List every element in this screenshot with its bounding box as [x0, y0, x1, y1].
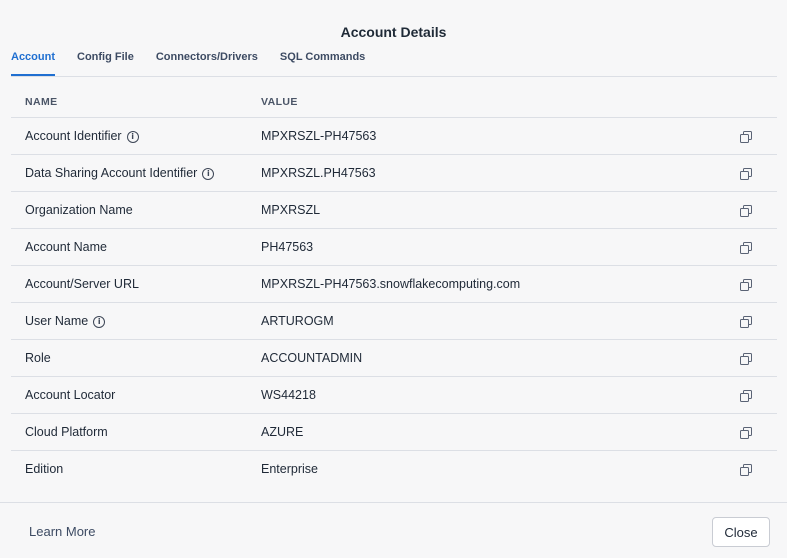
copy-icon[interactable]	[740, 352, 752, 365]
table-row: Role ACCOUNTADMIN	[11, 339, 777, 377]
tab-bar: Account Config File Connectors/Drivers S…	[11, 50, 387, 76]
row-copy-cell	[721, 302, 777, 340]
row-copy-cell	[721, 376, 777, 414]
tab-connectors-drivers[interactable]: Connectors/Drivers	[156, 50, 258, 76]
row-name-cell: Account Identifier i	[11, 117, 261, 155]
copy-icon[interactable]	[740, 241, 752, 254]
row-value: PH47563	[261, 228, 721, 266]
table-row: User Name i ARTUROGM	[11, 302, 777, 340]
column-header-name: NAME	[11, 87, 261, 118]
account-details-table: NAME VALUE Account Identifier i MPXRSZL-P…	[11, 87, 777, 487]
row-copy-cell	[721, 228, 777, 266]
row-copy-cell	[721, 413, 777, 451]
row-name-cell: Organization Name	[11, 191, 261, 229]
copy-icon[interactable]	[740, 130, 752, 143]
info-icon[interactable]: i	[93, 316, 106, 328]
row-copy-cell	[721, 117, 777, 155]
table-row: Account/Server URL MPXRSZL-PH47563.snowf…	[11, 265, 777, 303]
copy-icon[interactable]	[740, 278, 752, 291]
info-icon[interactable]: i	[202, 168, 215, 180]
learn-more-link[interactable]: Learn More	[29, 524, 95, 539]
row-copy-cell	[721, 339, 777, 377]
tab-config-file[interactable]: Config File	[77, 50, 134, 76]
table-row: Cloud Platform AZURE	[11, 413, 777, 451]
tabs-divider	[11, 76, 777, 77]
row-value: ACCOUNTADMIN	[261, 339, 721, 377]
close-button[interactable]: Close	[712, 517, 770, 547]
copy-icon[interactable]	[740, 463, 752, 476]
copy-icon[interactable]	[740, 204, 752, 217]
table-row: Account Identifier i MPXRSZL-PH47563	[11, 117, 777, 155]
row-name-cell: Account Locator	[11, 376, 261, 414]
row-value: AZURE	[261, 413, 721, 451]
row-name: Organization Name	[25, 203, 133, 217]
row-name: Account Locator	[25, 388, 116, 402]
row-name-cell: Data Sharing Account Identifier i	[11, 154, 261, 192]
row-name-cell: Edition	[11, 451, 261, 488]
copy-icon[interactable]	[740, 315, 752, 328]
table-row: Organization Name MPXRSZL	[11, 191, 777, 229]
table-row: Account Locator WS44218	[11, 376, 777, 414]
info-icon[interactable]: i	[126, 131, 139, 143]
row-copy-cell	[721, 265, 777, 303]
row-value: WS44218	[261, 376, 721, 414]
row-name: Account Identifier	[25, 129, 122, 143]
table-header-row: NAME VALUE	[11, 87, 777, 118]
table-row: Edition Enterprise	[11, 451, 777, 488]
row-value: MPXRSZL.PH47563	[261, 154, 721, 192]
row-name: Account Name	[25, 240, 107, 254]
column-header-actions	[721, 87, 777, 118]
row-name-cell: Role	[11, 339, 261, 377]
row-name: Data Sharing Account Identifier	[25, 166, 198, 180]
row-name-cell: Account/Server URL	[11, 265, 261, 303]
dialog-title: Account Details	[340, 24, 447, 40]
column-header-value: VALUE	[261, 87, 721, 118]
copy-icon[interactable]	[740, 167, 752, 180]
row-name-cell: Cloud Platform	[11, 413, 261, 451]
row-name: Edition	[25, 462, 64, 476]
row-value: MPXRSZL-PH47563.snowflakecomputing.com	[261, 265, 721, 303]
table-row: Data Sharing Account Identifier i MPXRSZL…	[11, 154, 777, 192]
row-name: Account/Server URL	[25, 277, 139, 291]
row-copy-cell	[721, 191, 777, 229]
row-name: Role	[25, 351, 51, 365]
row-name-cell: Account Name	[11, 228, 261, 266]
row-value: MPXRSZL-PH47563	[261, 117, 721, 155]
row-value: ARTUROGM	[261, 302, 721, 340]
tab-account[interactable]: Account	[11, 50, 55, 76]
row-value: MPXRSZL	[261, 191, 721, 229]
row-name: Cloud Platform	[25, 425, 108, 439]
row-name-cell: User Name i	[11, 302, 261, 340]
footer-divider	[0, 502, 787, 503]
row-value: Enterprise	[261, 462, 318, 476]
row-name: User Name	[25, 314, 89, 328]
row-copy-cell	[721, 154, 777, 192]
table-row: Account Name PH47563	[11, 228, 777, 266]
row-copy-cell	[721, 451, 777, 488]
copy-icon[interactable]	[740, 426, 752, 439]
tab-sql-commands[interactable]: SQL Commands	[280, 50, 365, 76]
copy-icon[interactable]	[740, 389, 752, 402]
